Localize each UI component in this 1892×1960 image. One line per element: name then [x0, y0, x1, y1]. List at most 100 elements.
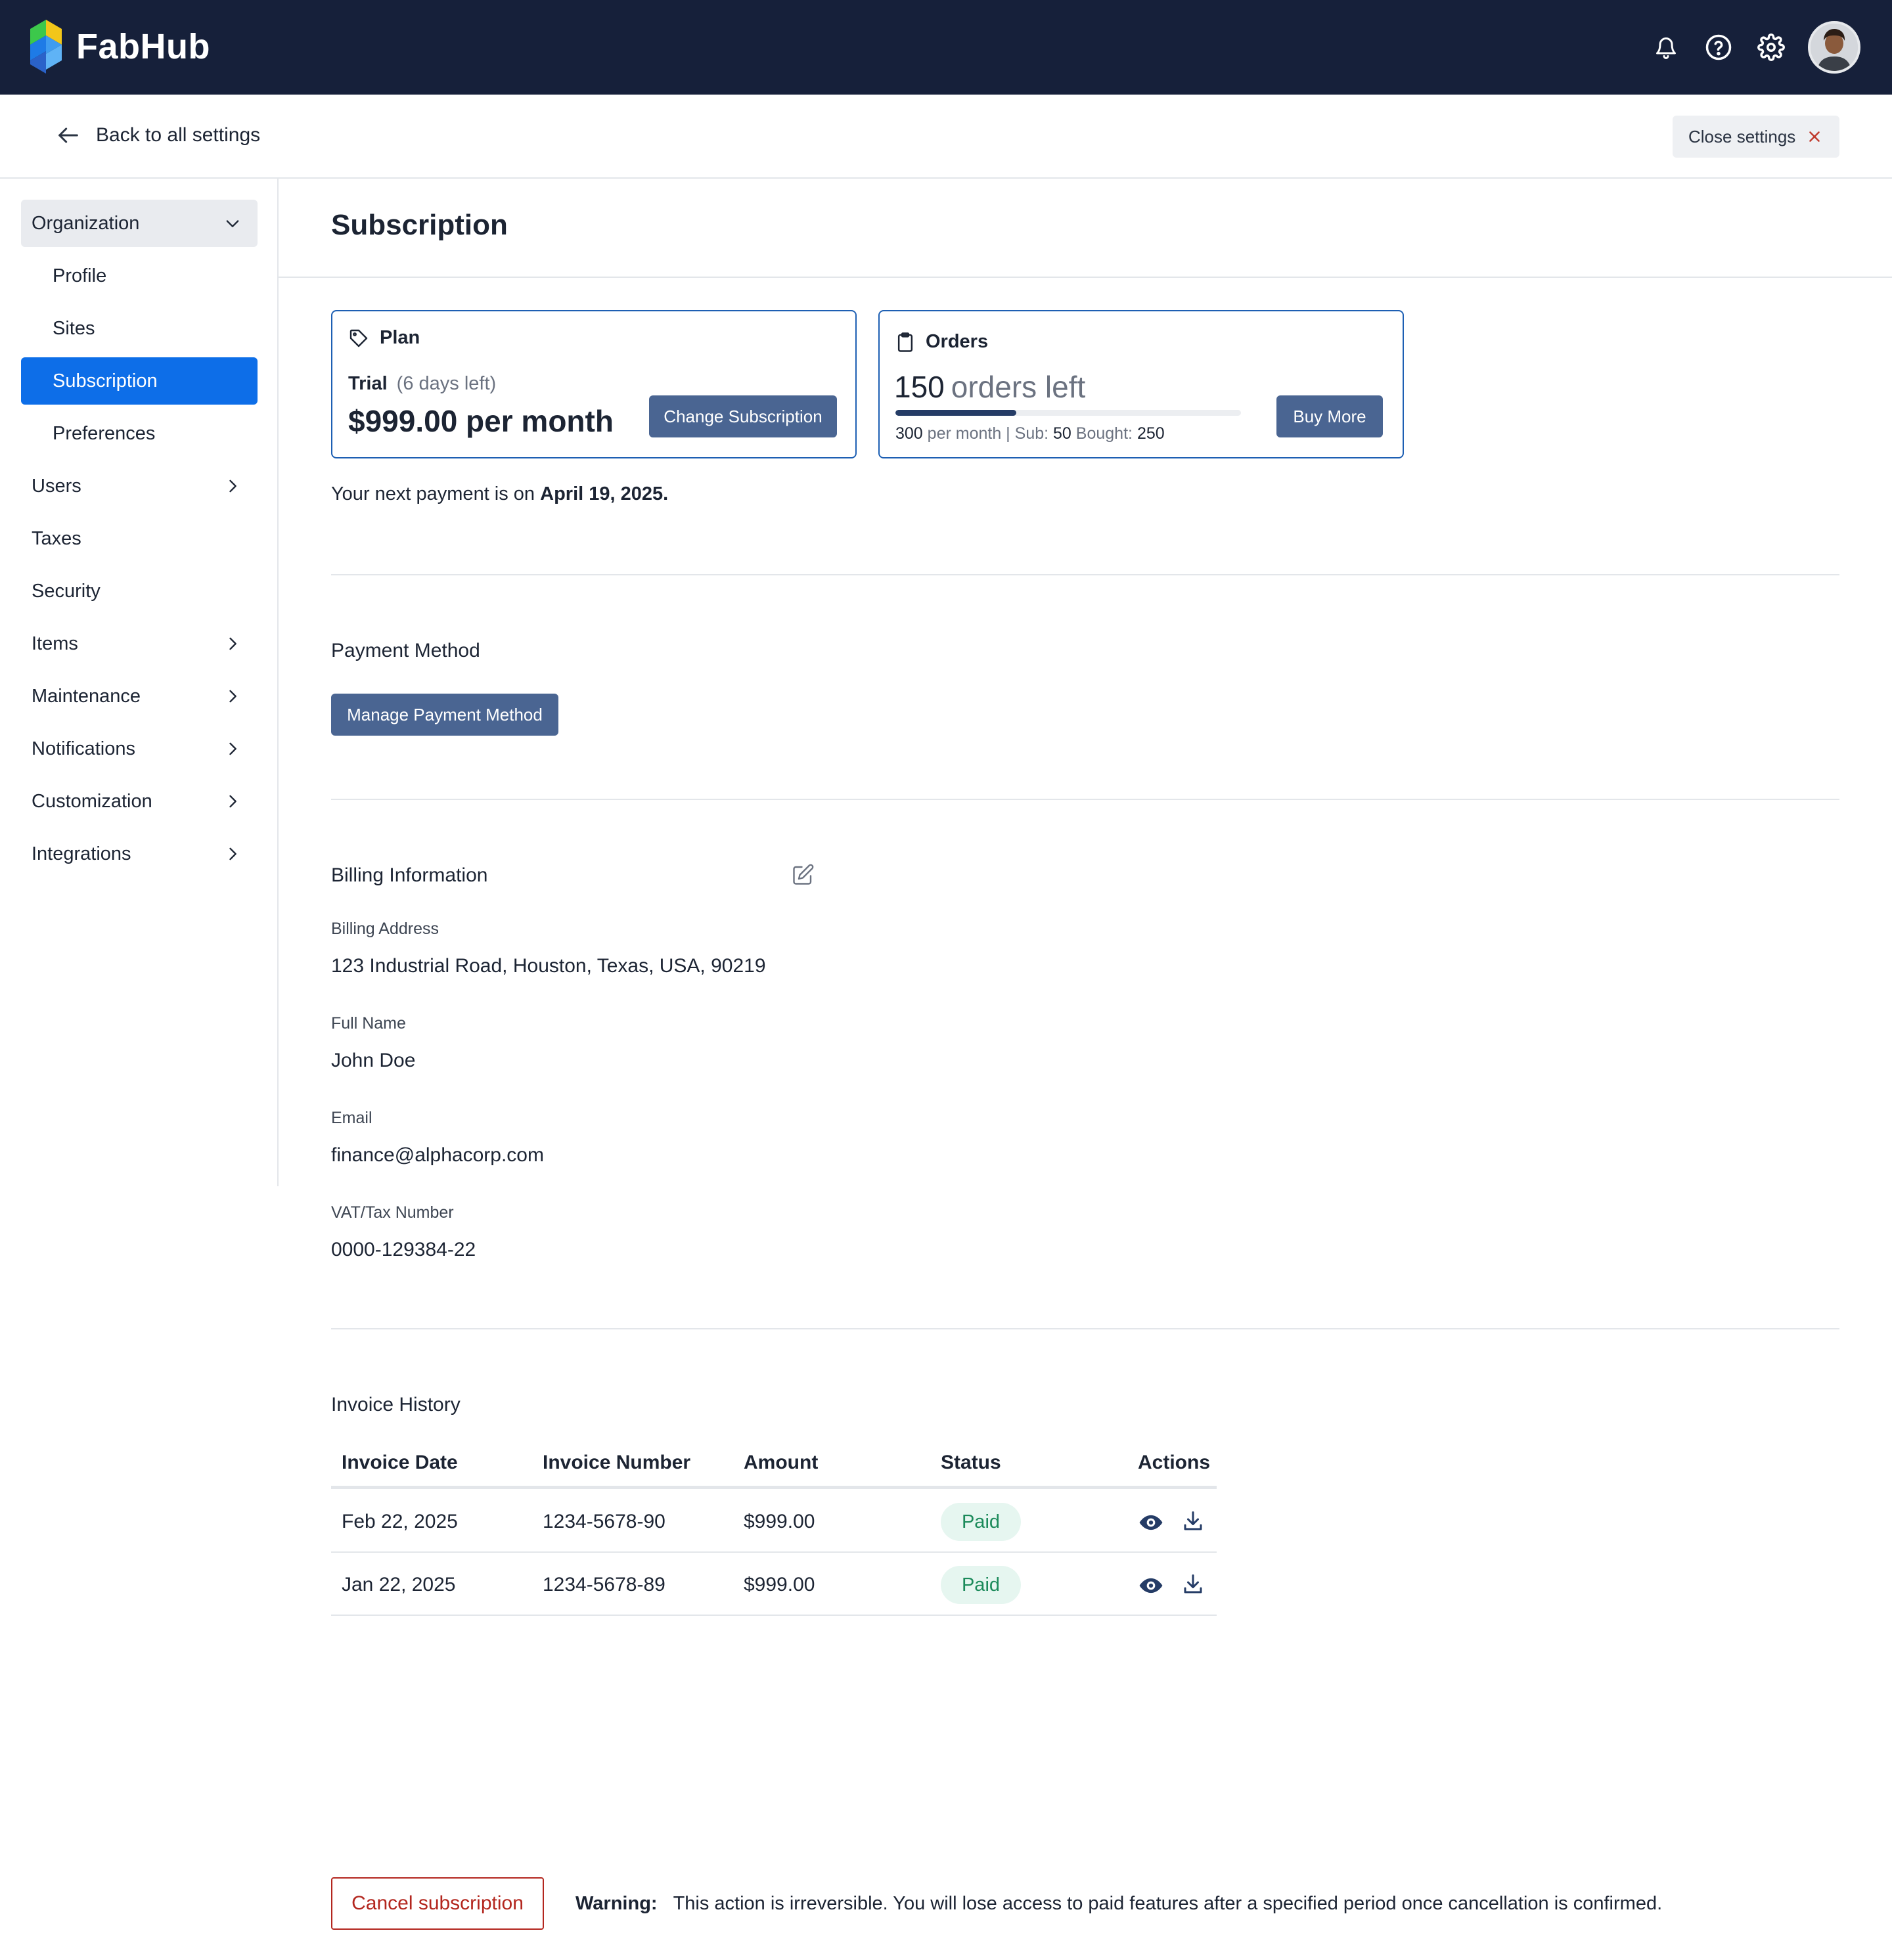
orders-per-month-value: 300 — [895, 424, 923, 443]
sidebar-item-maintenance[interactable]: Maintenance — [21, 673, 258, 720]
vat-value: 0000-129384-22 — [331, 1239, 476, 1260]
plan-price: $999.00 per month — [348, 404, 614, 438]
table-header-divider — [331, 1486, 1217, 1489]
plan-card: Plan Trial (6 days left) $999.00 per mont… — [331, 310, 857, 458]
invoice-date-cell: Feb 22, 2025 — [342, 1511, 458, 1532]
change-subscription-button[interactable]: Change Subscription — [649, 395, 837, 437]
sidebar-item-label: Integrations — [32, 843, 131, 864]
bell-icon[interactable] — [1649, 30, 1683, 64]
orders-breakdown: 300 per month | Sub: 50 Bought: 250 — [895, 424, 1165, 443]
chevron-right-icon — [229, 479, 236, 493]
sidebar-item-label: Items — [32, 633, 78, 654]
payment-method-title: Payment Method — [331, 640, 480, 661]
invoice-date-cell: Jan 22, 2025 — [342, 1574, 456, 1595]
plan-heading: Plan — [380, 327, 420, 348]
page-title: Subscription — [331, 209, 508, 241]
next-payment-text: Your next payment is on April 19, 2025. — [331, 483, 668, 505]
status-badge: Paid — [941, 1503, 1021, 1541]
column-header-status: Status — [941, 1452, 1001, 1473]
sidebar-item-taxes[interactable]: Taxes — [21, 515, 258, 562]
settings-subheader: Back to all settings Close settings — [0, 95, 1892, 179]
plan-days-left: (6 days left) — [396, 373, 497, 394]
orders-bought-value: 250 — [1137, 424, 1165, 443]
orders-progress-bar — [895, 410, 1241, 416]
sidebar-item-label: Subscription — [53, 370, 158, 391]
settings-sidebar: Organization Profile Sites Subscription … — [0, 179, 279, 1186]
user-avatar[interactable] — [1808, 21, 1860, 74]
warning-label: Warning: — [575, 1893, 658, 1914]
sidebar-item-profile[interactable]: Profile — [21, 252, 258, 300]
billing-address-value: 123 Industrial Road, Houston, Texas, USA… — [331, 955, 766, 977]
column-header-invoice-date: Invoice Date — [342, 1452, 458, 1473]
sidebar-item-customization[interactable]: Customization — [21, 778, 258, 825]
sidebar-group-organization[interactable]: Organization — [21, 200, 258, 247]
invoice-history-title: Invoice History — [331, 1394, 461, 1415]
sidebar-item-label: Notifications — [32, 738, 135, 759]
download-icon[interactable] — [1180, 1571, 1206, 1597]
fabhub-logo-icon — [30, 20, 62, 74]
orders-sub-label: Sub: — [1014, 424, 1049, 443]
back-to-settings-link[interactable]: Back to all settings — [55, 122, 260, 148]
warning-text: This action is irreversible. You will lo… — [673, 1893, 1663, 1914]
eye-icon[interactable] — [1138, 1572, 1164, 1599]
full-name-label: Full Name — [331, 1014, 406, 1033]
sidebar-item-label: Security — [32, 580, 101, 602]
cancel-subscription-button[interactable]: Cancel subscription — [331, 1877, 544, 1930]
help-icon[interactable] — [1701, 30, 1736, 64]
sidebar-group-label: Organization — [32, 212, 140, 234]
sidebar-item-label: Taxes — [32, 527, 81, 549]
edit-icon[interactable] — [791, 863, 815, 887]
column-header-amount: Amount — [744, 1452, 819, 1473]
app-name: FabHub — [76, 27, 210, 66]
row-divider — [331, 1551, 1217, 1553]
invoice-amount-cell: $999.00 — [744, 1511, 815, 1532]
tag-icon — [349, 329, 368, 347]
sidebar-item-subscription[interactable]: Subscription — [21, 357, 258, 405]
column-header-invoice-number: Invoice Number — [543, 1452, 691, 1473]
next-payment-date: April 19, 2025. — [540, 483, 669, 504]
orders-per-month-label: per month | — [927, 424, 1010, 443]
column-header-actions: Actions — [1138, 1452, 1211, 1473]
manage-payment-method-button[interactable]: Manage Payment Method — [331, 694, 558, 736]
billing-address-label: Billing Address — [331, 920, 439, 938]
chevron-down-icon — [226, 220, 239, 227]
buy-more-button[interactable]: Buy More — [1276, 395, 1383, 437]
email-label: Email — [331, 1109, 372, 1127]
clipboard-icon — [897, 332, 913, 352]
back-label: Back to all settings — [96, 124, 261, 146]
title-divider — [279, 277, 1892, 278]
chevron-right-icon — [229, 742, 236, 755]
app-logo[interactable]: FabHub — [30, 20, 210, 74]
sidebar-item-integrations[interactable]: Integrations — [21, 830, 258, 878]
eye-icon[interactable] — [1138, 1509, 1164, 1536]
chevron-right-icon — [229, 690, 236, 703]
orders-card: Orders 150 orders left 300 per month | Su… — [878, 310, 1404, 458]
orders-progress-fill — [895, 410, 1017, 416]
sidebar-item-label: Users — [32, 475, 81, 497]
sidebar-item-items[interactable]: Items — [21, 620, 258, 667]
orders-sub-value: 50 — [1053, 424, 1071, 443]
orders-bought-label: Bought: — [1075, 424, 1133, 443]
invoice-number-cell: 1234-5678-90 — [543, 1511, 665, 1532]
sidebar-item-sites[interactable]: Sites — [21, 305, 258, 352]
invoice-amount-cell: $999.00 — [744, 1574, 815, 1595]
orders-count-suffix: orders left — [951, 370, 1086, 404]
sidebar-item-label: Preferences — [53, 422, 156, 444]
sidebar-item-security[interactable]: Security — [21, 568, 258, 615]
plan-name: Trial — [348, 373, 388, 394]
top-nav-bar: FabHub — [0, 0, 1892, 95]
sidebar-item-label: Customization — [32, 790, 152, 812]
sidebar-item-label: Profile — [53, 265, 107, 286]
close-icon — [1809, 131, 1820, 142]
invoice-number-cell: 1234-5678-89 — [543, 1574, 665, 1595]
billing-information-title: Billing Information — [331, 864, 488, 886]
sidebar-item-notifications[interactable]: Notifications — [21, 725, 258, 772]
download-icon[interactable] — [1180, 1508, 1206, 1534]
close-settings-button[interactable]: Close settings — [1673, 116, 1839, 158]
gear-icon[interactable] — [1754, 30, 1788, 64]
sidebar-item-users[interactable]: Users — [21, 462, 258, 510]
cancel-warning: Warning: This action is irreversible. You… — [575, 1893, 1662, 1915]
orders-count-value: 150 — [894, 370, 945, 404]
section-divider — [331, 799, 1839, 800]
sidebar-item-preferences[interactable]: Preferences — [21, 410, 258, 457]
